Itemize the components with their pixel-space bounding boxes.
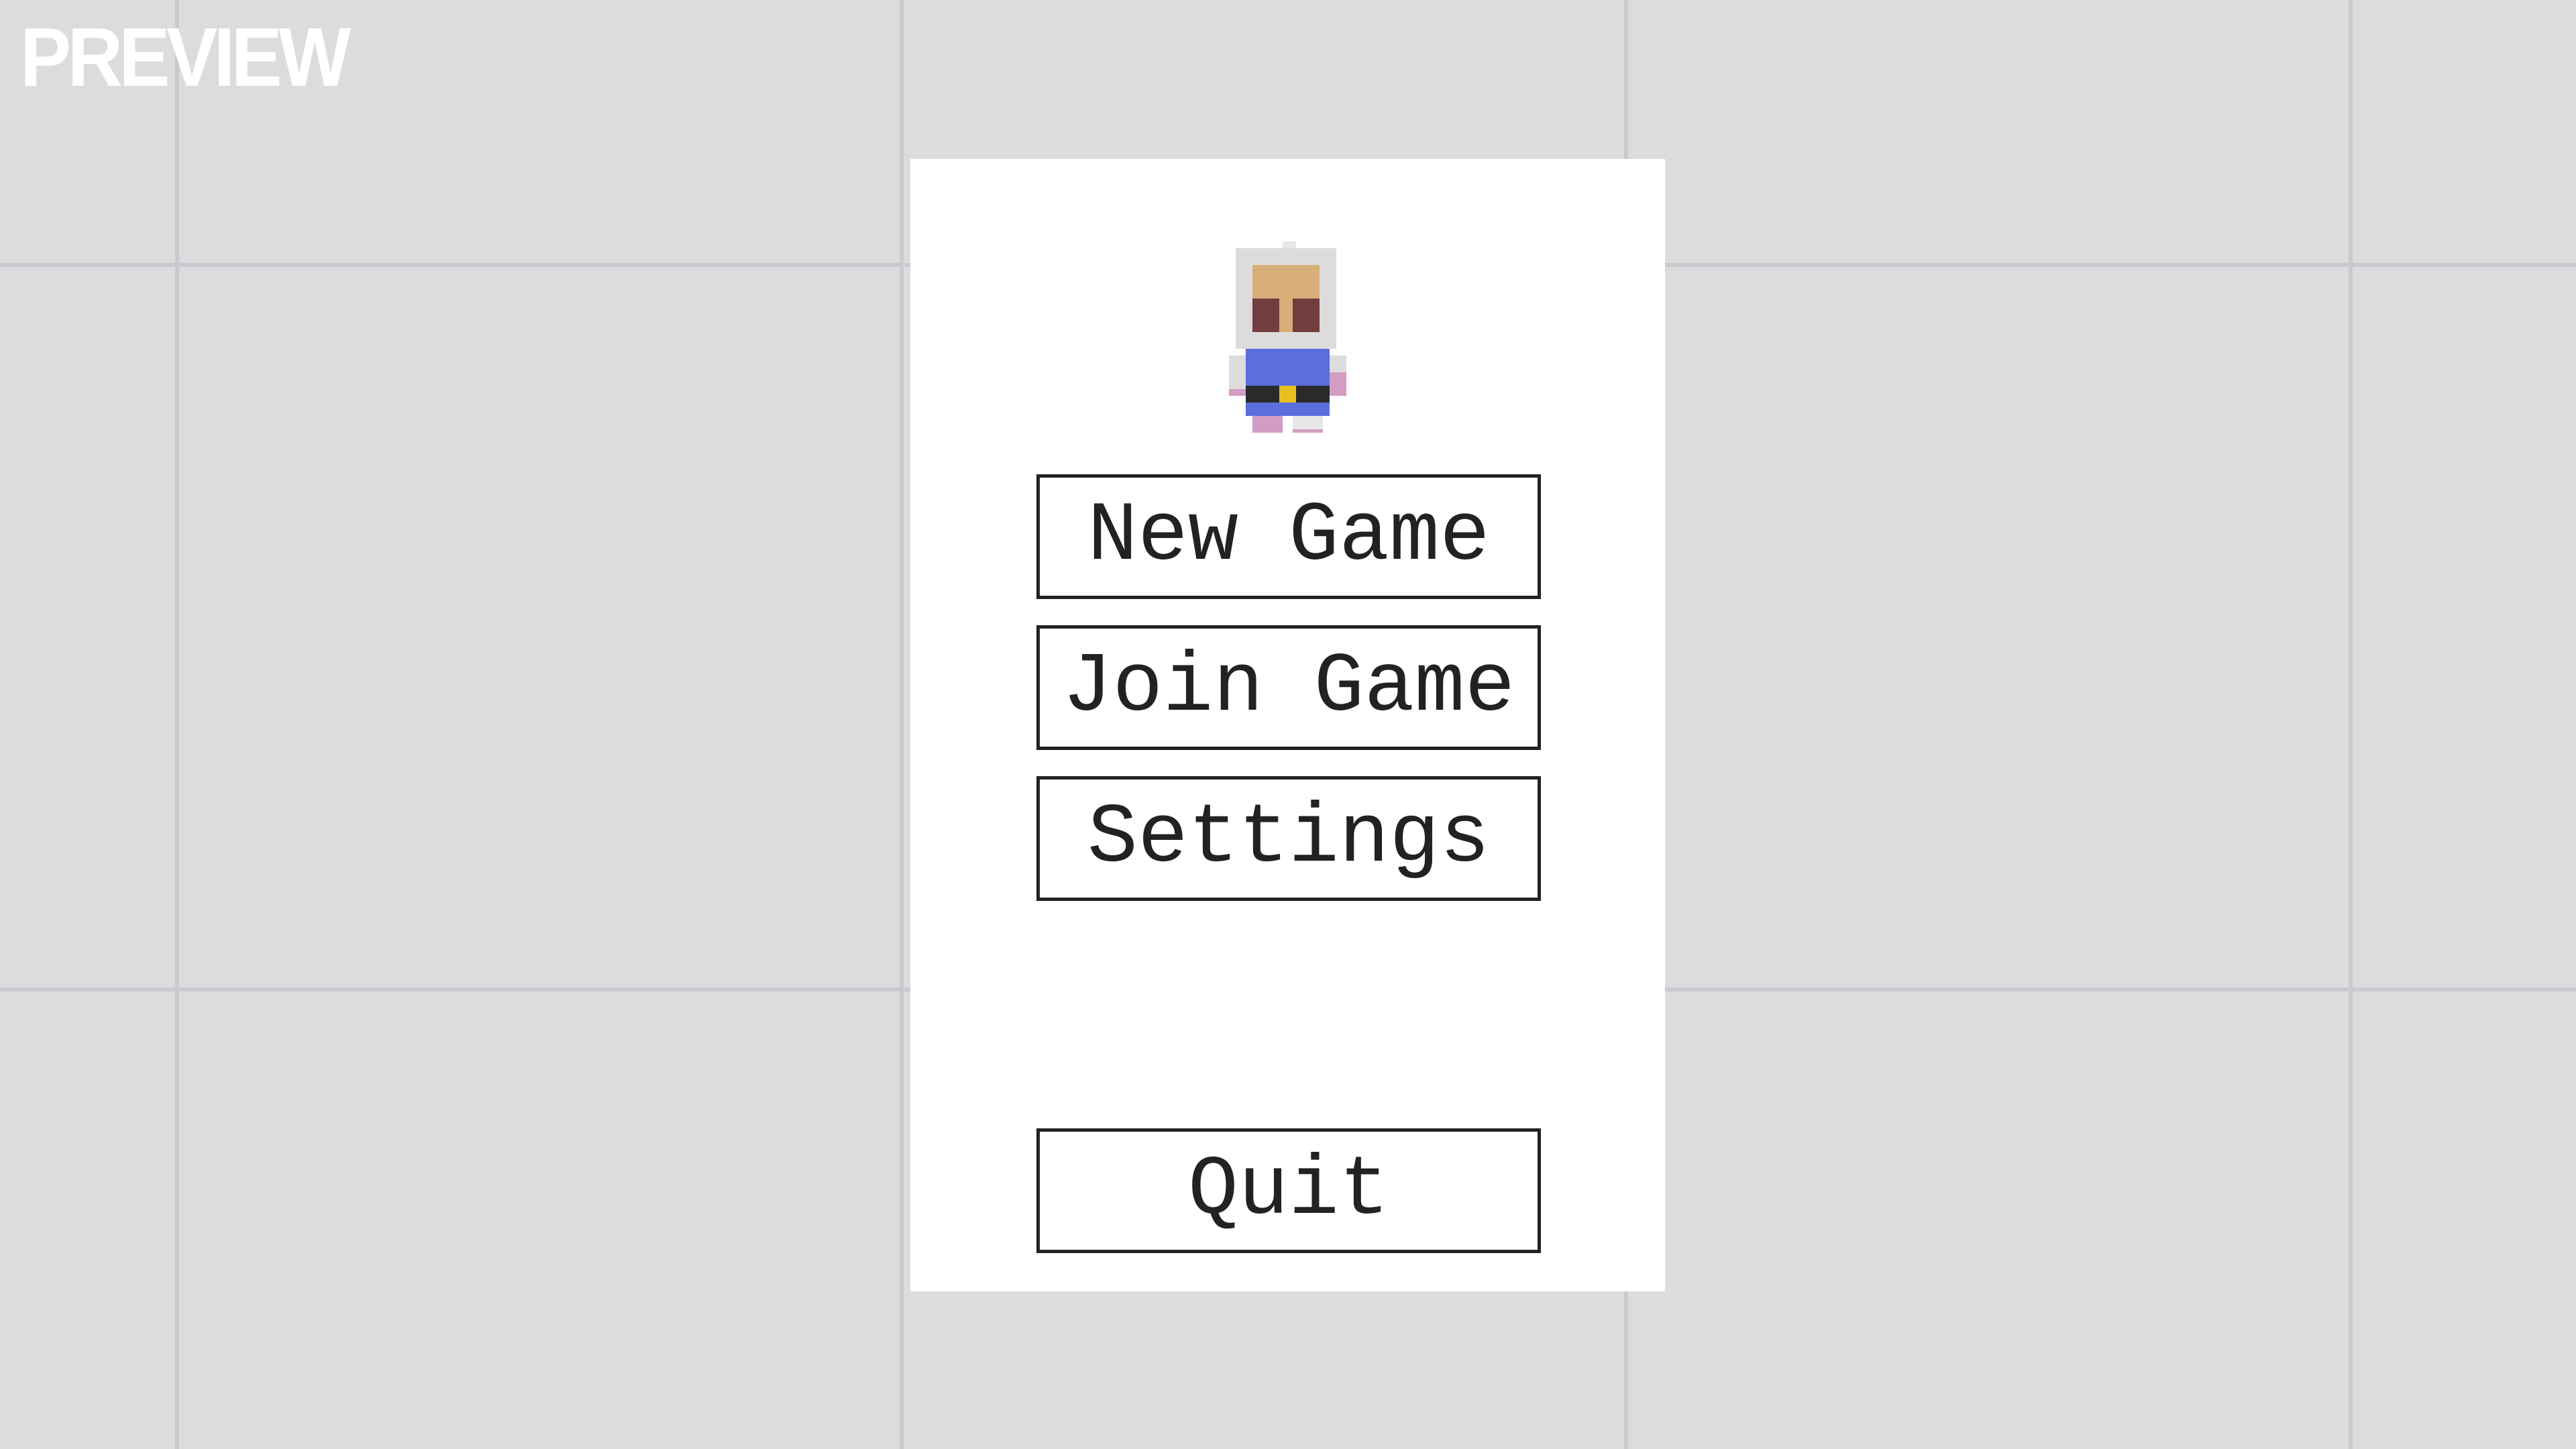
join-game-button[interactable]: Join Game <box>1036 625 1541 750</box>
preview-watermark: PREVIEW <box>20 11 351 104</box>
player-avatar <box>1229 235 1350 436</box>
grid-line <box>2349 0 2353 1449</box>
new-game-button[interactable]: New Game <box>1036 474 1541 599</box>
quit-button[interactable]: Quit <box>1036 1128 1541 1253</box>
settings-button[interactable]: Settings <box>1036 776 1541 901</box>
grid-line <box>900 0 904 1449</box>
knight-sprite-icon <box>1229 241 1346 433</box>
grid-line <box>175 0 179 1449</box>
